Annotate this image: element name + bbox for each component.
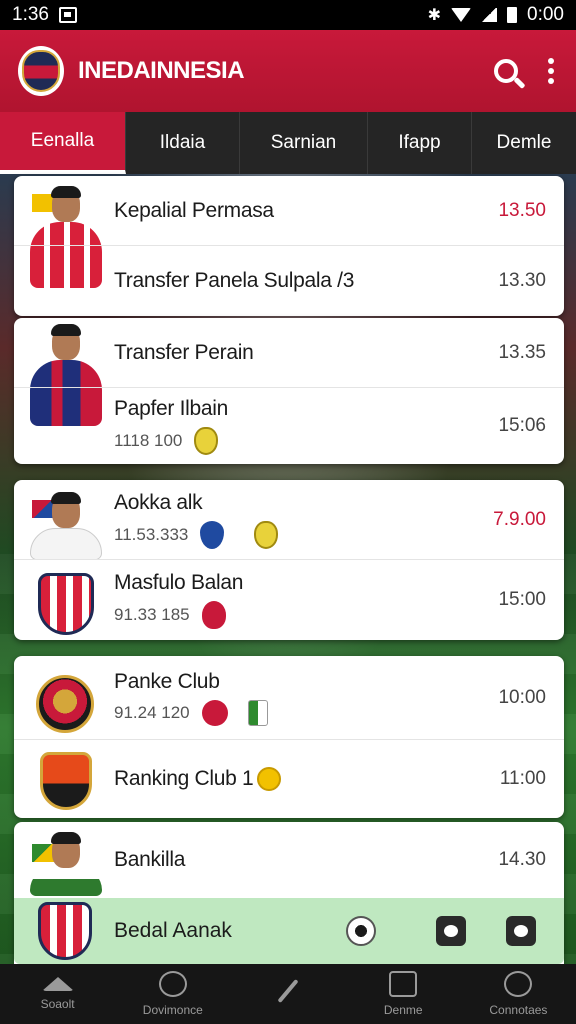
item-time: 7.9.00 bbox=[493, 508, 546, 530]
strip-title[interactable]: Bedal Aanak bbox=[114, 919, 346, 943]
tab-demle[interactable]: Demle bbox=[472, 112, 576, 174]
club-crest-icon bbox=[36, 674, 94, 733]
item-time: 15:00 bbox=[498, 589, 546, 610]
tab-bar: Eenalla Ildaia Sarnian Ifapp Demle bbox=[0, 112, 576, 174]
nav-cards[interactable]: Denme bbox=[346, 964, 461, 1024]
mask-icon bbox=[194, 427, 219, 455]
status-right-time: 0:00 bbox=[527, 4, 564, 25]
tab-eenalla[interactable]: Eenalla bbox=[0, 112, 126, 174]
news-card[interactable]: Kepalial Permasa 13.50 Transfer Panela S… bbox=[14, 176, 564, 316]
list-item[interactable]: Papfer Ilbain 1118 100 15:06 bbox=[14, 388, 564, 464]
item-title: Ranking Club 1 bbox=[114, 767, 254, 790]
status-bar: 1:36 ✱ 0:00 bbox=[0, 0, 576, 30]
nav-label: Connotaes bbox=[489, 1003, 548, 1017]
emoji-icon bbox=[257, 767, 282, 791]
team-badge-icon bbox=[201, 699, 228, 726]
cards-icon bbox=[389, 971, 418, 997]
profile-button[interactable] bbox=[506, 916, 536, 946]
item-time: 13.50 bbox=[498, 199, 546, 221]
status-time: 1:36 bbox=[12, 4, 49, 25]
nav-label: Soaolt bbox=[40, 997, 75, 1011]
item-title: Transfer Panela Sulpala /3 bbox=[114, 269, 355, 292]
search-icon bbox=[494, 59, 518, 83]
search-icon bbox=[158, 971, 187, 997]
crest-icon bbox=[22, 50, 60, 92]
item-time: 13.30 bbox=[498, 270, 546, 291]
bottom-nav: Soaolt Dovimonce Denme Connotaes bbox=[0, 964, 576, 1024]
football-icon[interactable] bbox=[346, 916, 376, 946]
item-title: Masfulo Balan bbox=[114, 571, 244, 594]
nav-edit[interactable] bbox=[230, 964, 345, 1024]
item-time: 11:00 bbox=[499, 768, 546, 789]
list-item[interactable]: Aokka alk 11.53.333 7.9.00 bbox=[14, 480, 564, 560]
item-title: Panke Club bbox=[114, 669, 220, 693]
nav-label: Denme bbox=[383, 1003, 423, 1017]
item-title: Transfer Perain bbox=[114, 340, 254, 364]
club-logo[interactable] bbox=[18, 46, 64, 96]
item-subtitle: 1118 100 bbox=[114, 431, 183, 450]
app-title: INEDAINNESIA bbox=[78, 57, 245, 84]
signal-icon bbox=[481, 8, 498, 22]
tab-ildaia[interactable]: Ildaia bbox=[126, 112, 240, 174]
list-item[interactable]: Ranking Club 1 11:00 bbox=[14, 740, 564, 818]
wifi-icon bbox=[451, 8, 472, 22]
item-time: 14.30 bbox=[498, 849, 546, 870]
item-subtitle: 91.24 120 bbox=[114, 702, 190, 722]
item-time: 15:06 bbox=[498, 415, 546, 436]
list-item[interactable]: Panke Club 91.24 120 10:00 bbox=[14, 656, 564, 740]
club-crest-icon bbox=[38, 902, 92, 960]
home-icon bbox=[41, 977, 74, 991]
mask-icon bbox=[254, 520, 279, 549]
item-title: Kepalial Permasa bbox=[114, 198, 274, 222]
club-crest-icon bbox=[38, 573, 94, 635]
nav-label: Dovimonce bbox=[142, 1003, 203, 1017]
team-badge-icon bbox=[201, 601, 226, 629]
settings-icon bbox=[504, 971, 533, 997]
list-item[interactable]: Kepalial Permasa 13.50 bbox=[14, 176, 564, 246]
item-title: Aokka alk bbox=[114, 490, 203, 514]
nav-home[interactable]: Soaolt bbox=[0, 964, 115, 1024]
bluetooth-icon: ✱ bbox=[427, 7, 442, 24]
nav-settings[interactable]: Connotaes bbox=[461, 964, 576, 1024]
nav-search[interactable]: Dovimonce bbox=[115, 964, 230, 1024]
notification-icon bbox=[58, 7, 77, 23]
news-card[interactable]: Panke Club 91.24 120 10:00 Ranking Club … bbox=[14, 656, 564, 818]
item-time: 10:00 bbox=[498, 686, 546, 708]
item-title: Bankilla bbox=[114, 848, 186, 871]
edit-icon bbox=[277, 978, 299, 1004]
tab-sarnian[interactable]: Sarnian bbox=[240, 112, 368, 174]
item-subtitle: 91.33 185 bbox=[114, 605, 190, 624]
item-time: 13.35 bbox=[498, 341, 546, 363]
share-button[interactable] bbox=[436, 916, 466, 946]
app-bar: INEDAINNESIA bbox=[0, 30, 576, 112]
search-button[interactable] bbox=[494, 59, 518, 83]
club-crest-icon bbox=[40, 752, 92, 810]
list-item[interactable]: Masfulo Balan 91.33 185 15:00 bbox=[14, 560, 564, 640]
action-strip: Bedal Aanak bbox=[14, 898, 564, 964]
more-icon bbox=[548, 58, 554, 64]
battery-icon bbox=[507, 7, 518, 23]
team-badge-icon bbox=[200, 520, 225, 549]
news-card[interactable]: Aokka alk 11.53.333 7.9.00 Masfulo Balan… bbox=[14, 480, 564, 640]
item-title: Papfer Ilbain bbox=[114, 397, 229, 420]
list-item[interactable]: Transfer Panela Sulpala /3 13.30 bbox=[14, 246, 564, 316]
list-item[interactable]: Transfer Perain 13.35 bbox=[14, 318, 564, 388]
flag-icon bbox=[247, 699, 268, 726]
tab-ifapp[interactable]: Ifapp bbox=[368, 112, 472, 174]
overflow-menu-button[interactable] bbox=[548, 58, 554, 84]
list-item[interactable]: Bankilla 14.30 bbox=[14, 822, 564, 898]
item-subtitle: 11.53.333 bbox=[114, 524, 189, 544]
news-card[interactable]: Transfer Perain 13.35 Papfer Ilbain 1118… bbox=[14, 318, 564, 464]
